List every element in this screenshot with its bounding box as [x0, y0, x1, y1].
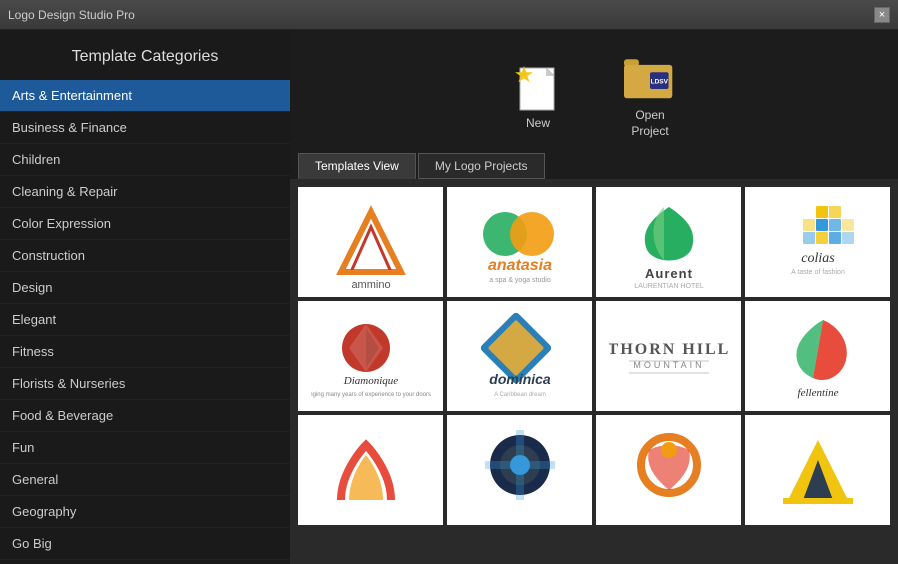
svg-text:LAURENTIAN HOTEL: LAURENTIAN HOTEL — [634, 283, 704, 290]
svg-text:fellentine: fellentine — [797, 387, 838, 399]
template-cell-colias[interactable]: colias A taste of fashion — [745, 187, 890, 297]
template-cell-logo12[interactable] — [745, 415, 890, 525]
new-icon — [512, 58, 564, 110]
category-item-cleaning[interactable]: Cleaning & Repair — [0, 176, 290, 208]
tabs-bar: Templates ViewMy Logo Projects — [290, 149, 898, 179]
template-cell-anatasia[interactable]: anatasia a spa & yoga studio — [447, 187, 592, 297]
category-item-fitness[interactable]: Fitness — [0, 336, 290, 368]
category-item-business[interactable]: Business & Finance — [0, 112, 290, 144]
category-item-food[interactable]: Food & Beverage — [0, 400, 290, 432]
template-cell-diamonique[interactable]: Diamonique bringing many years of experi… — [298, 301, 443, 411]
template-cell-logo9[interactable] — [298, 415, 443, 525]
template-cell-dominica[interactable]: dominica A Caribbean dream — [447, 301, 592, 411]
category-item-children[interactable]: Children — [0, 144, 290, 176]
template-cell-logo10[interactable] — [447, 415, 592, 525]
svg-text:LDSV: LDSV — [651, 78, 669, 85]
template-cell-ammino[interactable]: ammino — [298, 187, 443, 297]
template-cell-logo11[interactable] — [596, 415, 741, 525]
category-item-fun[interactable]: Fun — [0, 432, 290, 464]
open-label: OpenProject — [631, 108, 668, 139]
category-item-florists[interactable]: Florists & Nurseries — [0, 368, 290, 400]
template-cell-aurent[interactable]: Aurent LAURENTIAN HOTEL — [596, 187, 741, 297]
open-icon: LDSV — [624, 50, 676, 102]
right-panel: New LDSV OpenProject Templat — [290, 30, 898, 564]
category-item-elegant[interactable]: Elegant — [0, 304, 290, 336]
top-actions: New LDSV OpenProject — [290, 30, 898, 149]
panel-title: Template Categories — [0, 30, 290, 80]
svg-text:bringing many years of experie: bringing many years of experience to you… — [311, 392, 431, 398]
tab-templates[interactable]: Templates View — [298, 153, 416, 179]
svg-text:A Caribbean dream: A Caribbean dream — [494, 392, 546, 398]
svg-text:colias: colias — [801, 251, 835, 266]
templates-grid: ammino anatasia a spa & yoga studio Aure… — [298, 187, 890, 525]
window-title: Logo Design Studio Pro — [8, 8, 135, 22]
open-action[interactable]: LDSV OpenProject — [624, 50, 676, 139]
svg-text:dominica: dominica — [489, 371, 551, 387]
svg-text:Aurent: Aurent — [645, 266, 693, 281]
category-list: Arts & EntertainmentBusiness & FinanceCh… — [0, 80, 290, 564]
category-item-general[interactable]: General — [0, 464, 290, 496]
left-panel: Template Categories Arts & Entertainment… — [0, 30, 290, 564]
svg-text:a spa & yoga studio: a spa & yoga studio — [489, 277, 551, 284]
new-label: New — [526, 116, 550, 132]
template-cell-thornhill[interactable]: THORN HILL MOUNTAIN — [596, 301, 741, 411]
category-item-gobig[interactable]: Go Big — [0, 528, 290, 560]
svg-text:A taste of fashion: A taste of fashion — [791, 269, 845, 276]
category-item-geography[interactable]: Geography — [0, 496, 290, 528]
main-container: Template Categories Arts & Entertainment… — [0, 30, 898, 564]
category-item-color[interactable]: Color Expression — [0, 208, 290, 240]
category-list-wrapper: Arts & EntertainmentBusiness & FinanceCh… — [0, 80, 290, 564]
category-item-health[interactable]: Health & Beauty — [0, 560, 290, 564]
category-item-design[interactable]: Design — [0, 272, 290, 304]
template-cell-fellentine[interactable]: fellentine — [745, 301, 890, 411]
title-bar: Logo Design Studio Pro × — [0, 0, 898, 30]
svg-text:ammino: ammino — [351, 279, 390, 291]
category-item-construction[interactable]: Construction — [0, 240, 290, 272]
tab-mylogos[interactable]: My Logo Projects — [418, 153, 545, 179]
svg-text:MOUNTAIN: MOUNTAIN — [633, 360, 704, 370]
close-button[interactable]: × — [874, 7, 890, 23]
svg-text:anatasia: anatasia — [487, 257, 551, 274]
svg-text:Diamonique: Diamonique — [342, 375, 398, 387]
new-action[interactable]: New — [512, 58, 564, 132]
templates-area[interactable]: ammino anatasia a spa & yoga studio Aure… — [290, 179, 898, 564]
svg-text:THORN HILL: THORN HILL — [609, 341, 729, 358]
category-item-arts[interactable]: Arts & Entertainment — [0, 80, 290, 112]
